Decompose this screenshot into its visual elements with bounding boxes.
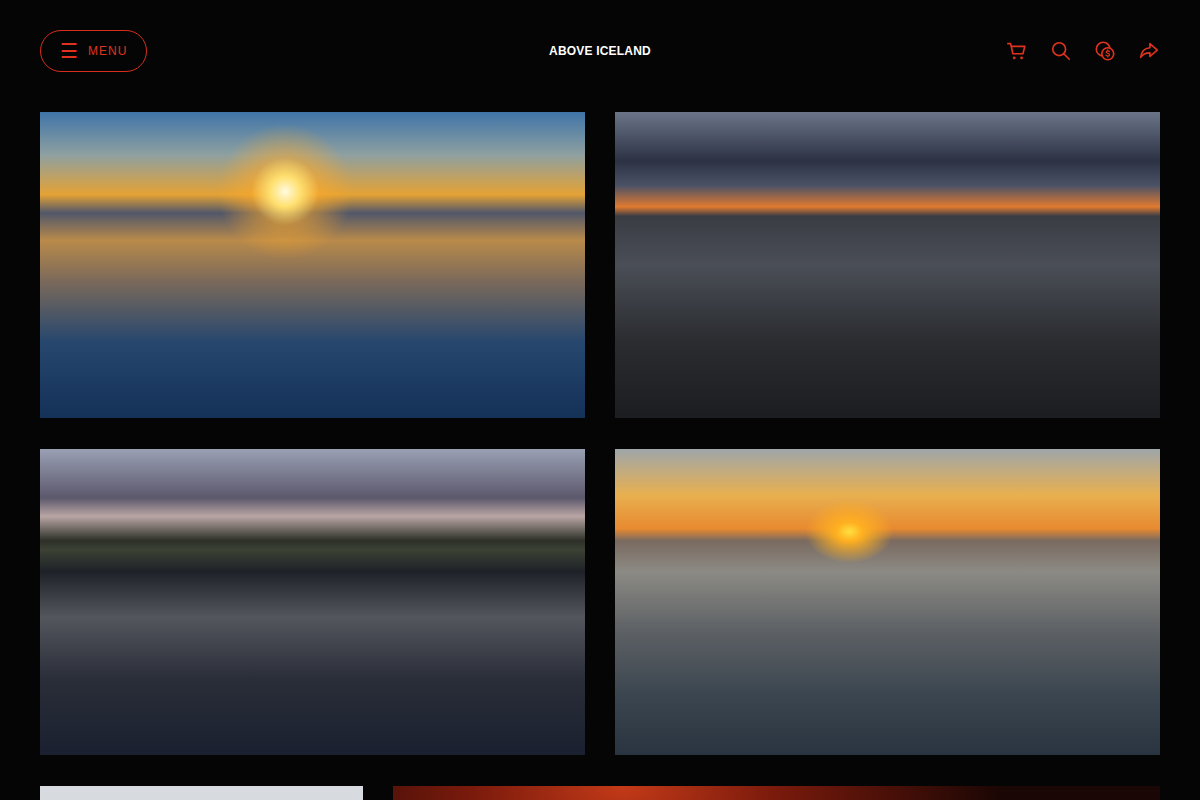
header: ☰ MENU ABOVE ICELAND: [0, 0, 1200, 112]
photo[interactable]: [393, 786, 1160, 800]
menu-label: MENU: [88, 44, 127, 58]
gallery-row: [40, 449, 1160, 755]
menu-button[interactable]: ☰ MENU: [40, 30, 147, 72]
share-icon[interactable]: [1138, 40, 1160, 62]
gallery-row: [40, 112, 1160, 418]
site-title[interactable]: ABOVE ICELAND: [549, 44, 651, 58]
header-actions: [651, 40, 1160, 62]
currency-icon[interactable]: [1094, 40, 1116, 62]
gallery-row: [40, 786, 1160, 800]
menu-icon: ☰: [60, 41, 78, 61]
photo[interactable]: [40, 786, 363, 800]
photo[interactable]: [40, 449, 585, 755]
photo[interactable]: [615, 112, 1160, 418]
search-icon[interactable]: [1050, 40, 1072, 62]
page: ☰ MENU ABOVE ICELAND: [0, 0, 1200, 800]
photo[interactable]: [40, 112, 585, 418]
photo[interactable]: [615, 449, 1160, 755]
gallery: [0, 112, 1200, 800]
cart-icon[interactable]: [1006, 40, 1028, 62]
